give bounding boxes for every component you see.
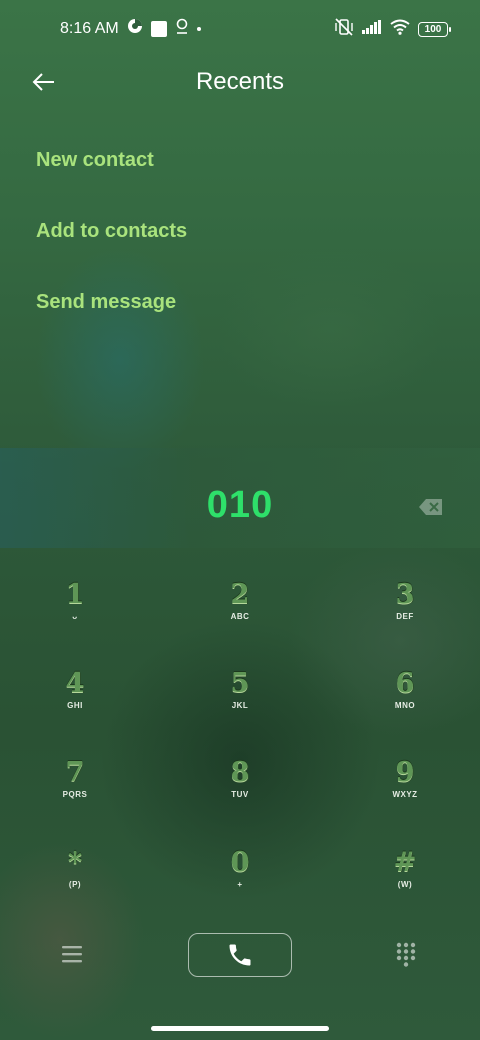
key-letters: GHI — [67, 701, 83, 710]
dialed-number: 010 — [206, 484, 274, 526]
key-6[interactable]: 6 MNO — [345, 669, 465, 739]
square-notification-icon — [150, 20, 167, 37]
key-1[interactable]: 1 ᴗ — [15, 580, 135, 650]
key-4[interactable]: 4 GHI — [15, 669, 135, 739]
page-title: Recents — [195, 68, 285, 95]
key-letters: DEF — [396, 612, 414, 621]
add-to-contacts-link[interactable]: Add to contacts — [36, 217, 187, 288]
key-digit: 1 — [65, 579, 85, 610]
key-digit: 7 — [65, 757, 85, 788]
dialer-bottom-bar — [0, 932, 480, 978]
key-digit: * — [67, 847, 83, 878]
key-letters: TUV — [231, 790, 249, 799]
key-5[interactable]: 5 JKL — [180, 669, 300, 739]
phone-icon — [229, 944, 251, 966]
new-contact-link[interactable]: New contact — [36, 146, 187, 217]
key-2[interactable]: 2 ABC — [180, 580, 300, 650]
signal-icon — [362, 20, 382, 39]
key-digit: 8 — [230, 757, 250, 788]
home-indicator[interactable] — [151, 1026, 329, 1031]
key-8[interactable]: 8 TUV — [180, 758, 300, 828]
battery-icon: 100 — [418, 22, 451, 37]
key-letters: + — [237, 880, 243, 889]
key-digit: 5 — [230, 668, 250, 699]
key-digit: 0 — [230, 847, 250, 878]
key-letters: ᴗ — [72, 612, 78, 621]
key-digit: 9 — [395, 757, 415, 788]
status-bar: 8:16 AM 100 — [0, 0, 480, 56]
call-button[interactable] — [188, 933, 292, 977]
dialpad-toggle-button[interactable] — [396, 942, 416, 968]
key-letters: ABC — [230, 612, 250, 621]
key-digit: 4 — [65, 668, 85, 699]
key-letters: JKL — [231, 701, 249, 710]
key-digit: 3 — [395, 579, 415, 610]
key-digit: # — [393, 847, 417, 878]
menu-button[interactable] — [62, 944, 84, 964]
key-hash[interactable]: # (W) — [345, 848, 465, 918]
dot-icon — [196, 26, 201, 31]
key-0[interactable]: 0 + — [180, 848, 300, 918]
app-header: Recents — [0, 60, 480, 104]
location-icon — [175, 18, 189, 39]
backspace-button[interactable] — [418, 497, 444, 517]
backspace-icon — [419, 499, 442, 515]
wifi-icon — [390, 19, 410, 40]
dialpad-icon — [396, 942, 416, 967]
send-message-link[interactable]: Send message — [36, 288, 187, 359]
action-menu: New contact Add to contacts Send message — [36, 146, 187, 359]
key-digit: 2 — [230, 579, 250, 610]
vibrate-off-icon — [334, 18, 354, 41]
key-letters: MNO — [394, 701, 416, 710]
key-letters: (W) — [397, 880, 413, 889]
key-3[interactable]: 3 DEF — [345, 580, 465, 650]
data-saver-icon — [127, 18, 143, 39]
key-digit: 6 — [395, 668, 415, 699]
key-star[interactable]: * (P) — [15, 848, 135, 918]
hamburger-icon — [62, 946, 82, 963]
key-letters: (P) — [68, 880, 82, 889]
key-7[interactable]: 7 PQRS — [15, 758, 135, 828]
key-letters: WXYZ — [392, 790, 418, 799]
status-time: 8:16 AM — [60, 19, 119, 37]
key-9[interactable]: 9 WXYZ — [345, 758, 465, 828]
key-letters: PQRS — [62, 790, 88, 799]
